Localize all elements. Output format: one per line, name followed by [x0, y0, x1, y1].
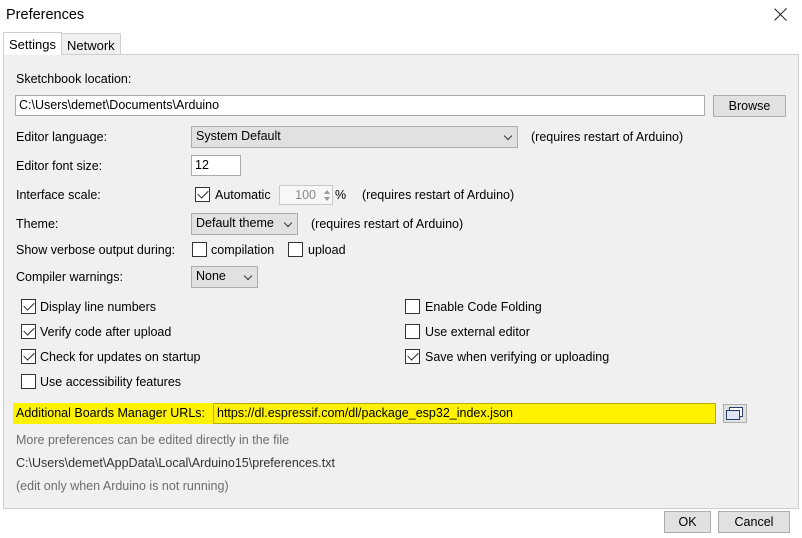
theme-label: Theme:	[16, 217, 59, 231]
scale-unit: %	[335, 188, 347, 202]
interface-scale-note: (requires restart of Arduino)	[362, 188, 515, 202]
chevron-down-icon	[243, 271, 253, 281]
verbose-label: Show verbose output during:	[16, 243, 176, 257]
code-folding-checkbox[interactable]	[405, 299, 420, 314]
compiler-warnings-select[interactable]: None	[191, 266, 258, 288]
edit-note: (edit only when Arduino is not running)	[16, 479, 229, 493]
upload-label: upload	[308, 243, 346, 257]
verify-after-upload-checkbox[interactable]	[21, 324, 36, 339]
boards-url-editor-icon[interactable]	[723, 404, 747, 423]
check-updates-checkbox[interactable]	[21, 349, 36, 364]
scale-value: 100	[295, 188, 316, 202]
scale-spinner[interactable]: 100	[279, 185, 333, 205]
compilation-checkbox[interactable]	[192, 242, 207, 257]
ok-button[interactable]: OK	[664, 511, 711, 533]
verify-after-upload-label: Verify code after upload	[40, 325, 172, 339]
editor-language-value: System Default	[196, 129, 281, 143]
automatic-label: Automatic	[215, 188, 271, 202]
interface-scale-label: Interface scale:	[16, 188, 101, 202]
check-updates-label: Check for updates on startup	[40, 350, 201, 364]
save-when-verifying-checkbox[interactable]	[405, 349, 420, 364]
spin-up-icon[interactable]	[324, 190, 330, 194]
compiler-warnings-label: Compiler warnings:	[16, 270, 123, 284]
code-folding-label: Enable Code Folding	[425, 300, 542, 314]
external-editor-checkbox[interactable]	[405, 324, 420, 339]
boards-manager-input[interactable]: https://dl.espressif.com/dl/package_esp3…	[213, 403, 716, 424]
theme-note: (requires restart of Arduino)	[311, 217, 464, 231]
tab-settings[interactable]: Settings	[3, 32, 62, 55]
sketchbook-label: Sketchbook location:	[16, 72, 132, 86]
chevron-down-icon	[503, 131, 513, 141]
preferences-path: C:\Users\demet\AppData\Local\Arduino15\p…	[16, 456, 335, 470]
more-preferences-text: More preferences can be edited directly …	[16, 433, 290, 447]
editor-language-label: Editor language:	[16, 130, 108, 144]
compiler-warnings-value: None	[196, 269, 226, 283]
spin-down-icon[interactable]	[324, 197, 330, 201]
font-size-input[interactable]: 12	[191, 155, 241, 176]
font-size-label: Editor font size:	[16, 159, 103, 173]
editor-language-note: (requires restart of Arduino)	[531, 130, 684, 144]
accessibility-label: Use accessibility features	[40, 375, 182, 389]
window-title: Preferences	[6, 7, 85, 23]
automatic-checkbox[interactable]	[195, 187, 210, 202]
theme-select[interactable]: Default theme	[191, 213, 298, 235]
compilation-label: compilation	[211, 243, 275, 257]
tab-network[interactable]: Network	[61, 33, 121, 55]
cancel-button[interactable]: Cancel	[718, 511, 790, 533]
editor-language-select[interactable]: System Default	[191, 126, 518, 148]
external-editor-label: Use external editor	[425, 325, 530, 339]
close-icon[interactable]	[770, 4, 792, 26]
theme-value: Default theme	[196, 216, 274, 230]
display-line-numbers-label: Display line numbers	[40, 300, 157, 314]
sketchbook-input[interactable]: C:\Users\demet\Documents\Arduino	[15, 95, 705, 116]
accessibility-checkbox[interactable]	[21, 374, 36, 389]
display-line-numbers-checkbox[interactable]	[21, 299, 36, 314]
upload-checkbox[interactable]	[288, 242, 303, 257]
browse-button[interactable]: Browse	[713, 95, 786, 117]
chevron-down-icon	[283, 218, 293, 228]
save-when-verifying-label: Save when verifying or uploading	[425, 350, 610, 364]
boards-manager-label: Additional Boards Manager URLs:	[16, 406, 205, 420]
